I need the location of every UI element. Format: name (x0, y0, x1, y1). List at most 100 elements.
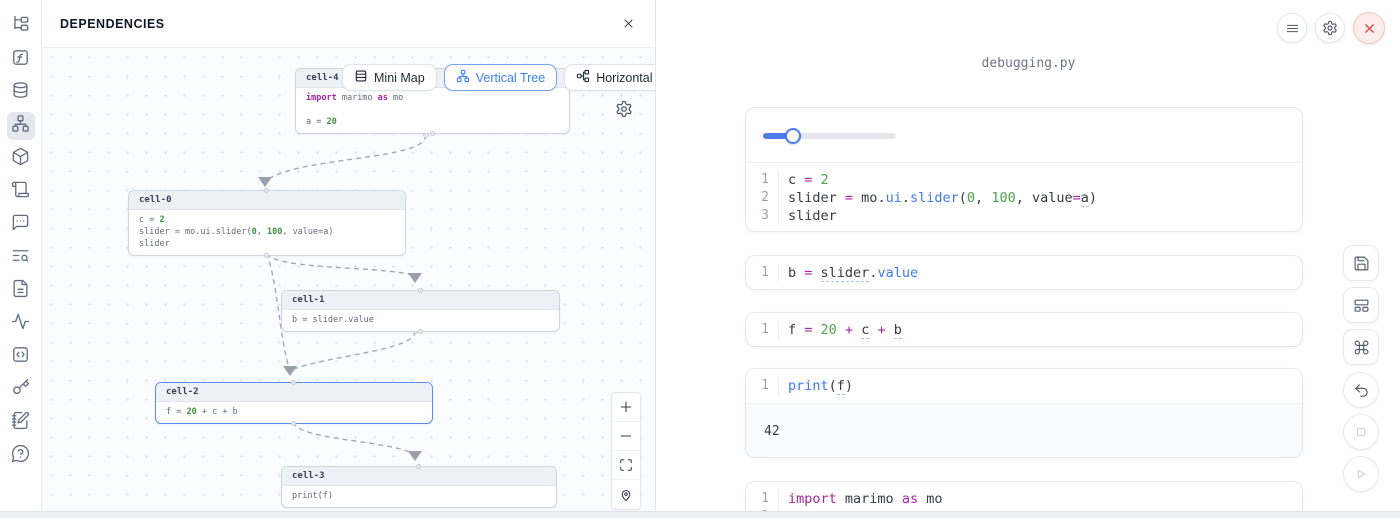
code-token: c = (139, 215, 159, 225)
code-token (886, 322, 894, 338)
code-token: = (1073, 190, 1081, 206)
code-token: f (837, 378, 845, 395)
code-token: mo (918, 491, 942, 507)
settings-button[interactable] (1315, 13, 1345, 43)
code-token: marimo (337, 93, 378, 103)
code-token: b = slider.value (292, 315, 374, 325)
layout-button[interactable] (1343, 287, 1379, 323)
sidebar-item-snippets[interactable] (7, 343, 35, 371)
code-token: c (788, 172, 804, 188)
graph-node-cell-0[interactable]: cell-0 c = 2slider = mo.ui.slider(0, 100… (128, 190, 406, 256)
sidebar-item-variables[interactable] (7, 46, 35, 74)
slider-track[interactable] (763, 133, 896, 139)
graph-node-cell-2[interactable]: cell-2 f = 20 + c + b (155, 382, 433, 424)
fit-view-button[interactable] (612, 451, 640, 480)
function-icon (11, 48, 30, 72)
graph-node-cell-3[interactable]: cell-3 print(f) (281, 466, 557, 508)
stop-icon (1353, 424, 1369, 440)
code-token: 20 (821, 322, 837, 338)
code-token: ( (829, 378, 837, 394)
code-token: b (788, 265, 804, 281)
code-token: 100 (991, 190, 1015, 206)
code-content[interactable]: b = slider.value (779, 264, 918, 282)
run-button[interactable] (1343, 456, 1379, 492)
graph-settings-button[interactable] (615, 100, 633, 118)
undo-button[interactable] (1343, 372, 1379, 408)
code-content[interactable]: c = 2 (779, 171, 829, 189)
sidebar-item-file-explorer[interactable] (7, 13, 35, 41)
zoom-in-button[interactable] (612, 393, 640, 422)
notebook-cell-b: 1b = slider.value (745, 255, 1303, 290)
zoom-out-button[interactable] (612, 422, 640, 451)
sidebar-item-secrets[interactable] (7, 376, 35, 404)
dependencies-panel: DEPENDENCIES cell-4 (42, 0, 656, 511)
vertical-tree-icon (456, 69, 470, 86)
graph-view-switcher: Mini Map Vertical Tree Horizontal Tree (342, 64, 655, 91)
dependency-graph-canvas[interactable]: cell-4 import marimo as mo a = 20 cell-0… (42, 48, 655, 511)
code-content[interactable]: print(f) (779, 377, 853, 395)
sidebar-item-search[interactable] (7, 244, 35, 272)
code-square-icon (11, 345, 30, 369)
code-token: print(f) (292, 491, 333, 501)
node-handle (264, 188, 269, 193)
code-token: , (257, 227, 267, 237)
notebook-menu-button[interactable] (1277, 13, 1307, 43)
sidebar-item-help[interactable] (7, 442, 35, 470)
line-number: 2 (746, 189, 779, 207)
node-code-line: f = 20 + c + b (166, 406, 422, 418)
package-icon (11, 147, 30, 171)
sidebar-item-documentation[interactable] (7, 277, 35, 305)
code-token: slider (139, 239, 170, 249)
mini-map-button[interactable]: Mini Map (342, 64, 437, 91)
code-line: 1f = 20 + c + b (746, 321, 1302, 339)
shutdown-button[interactable] (1353, 12, 1385, 44)
fit-view-icon (619, 458, 633, 472)
vertical-tree-button[interactable]: Vertical Tree (444, 64, 557, 91)
code-token: import (788, 491, 837, 507)
keyboard-shortcuts-button[interactable] (1343, 329, 1379, 365)
node-code-line: b = slider.value (292, 314, 549, 326)
line-number: 1 (746, 264, 779, 282)
code-token: f (788, 322, 804, 338)
sidebar-item-tracing[interactable] (7, 310, 35, 338)
help-bubble-icon (11, 444, 30, 468)
code-content[interactable]: import marimo as mo (779, 490, 942, 508)
node-code: f = 20 + c + b (156, 402, 432, 423)
code-content[interactable]: f = 20 + c + b (779, 321, 902, 339)
horizontal-tree-button[interactable]: Horizontal Tree (564, 64, 655, 91)
node-code-line: c = 2 (139, 214, 395, 226)
sidebar-item-logs[interactable] (7, 178, 35, 206)
code-token: ( (959, 190, 967, 206)
code-line: 3slider (746, 207, 1302, 225)
code-token: mo (861, 190, 877, 206)
code-editor[interactable]: 1f = 20 + c + b (746, 313, 1302, 347)
view-button-label: Horizontal Tree (596, 71, 655, 85)
sidebar-item-dependencies[interactable] (7, 112, 35, 140)
close-panel-button[interactable] (619, 15, 637, 33)
stop-button[interactable] (1343, 414, 1379, 450)
menu-icon (1285, 21, 1300, 36)
sidebar-item-datasources[interactable] (7, 79, 35, 107)
center-node-button[interactable] (612, 480, 640, 509)
layout-icon (1353, 297, 1370, 314)
notebook-filename[interactable]: debugging.py (657, 56, 1400, 71)
panel-title: DEPENDENCIES (60, 17, 165, 31)
sidebar-item-scratchpad[interactable] (7, 409, 35, 437)
horizontal-tree-icon (576, 69, 590, 86)
command-icon (1353, 339, 1370, 356)
code-token: 0 (967, 190, 975, 206)
code-token: a (1081, 190, 1089, 207)
slider-handle[interactable] (785, 128, 801, 144)
code-editor[interactable]: 1b = slider.value (746, 256, 1302, 290)
sidebar-item-chat[interactable] (7, 211, 35, 239)
sidebar-item-packages[interactable] (7, 145, 35, 173)
code-token: value (877, 265, 918, 281)
save-button[interactable] (1343, 245, 1379, 281)
code-editor[interactable]: 1c = 22slider = mo.ui.slider(0, 100, val… (746, 163, 1302, 232)
code-content[interactable]: slider (779, 207, 837, 225)
node-title: cell-1 (282, 291, 559, 310)
code-editor[interactable]: 1print(f) (746, 369, 1302, 403)
graph-node-cell-1[interactable]: cell-1 b = slider.value (281, 290, 560, 332)
status-footer (0, 511, 1400, 518)
code-content[interactable]: slider = mo.ui.slider(0, 100, value=a) (779, 189, 1097, 207)
